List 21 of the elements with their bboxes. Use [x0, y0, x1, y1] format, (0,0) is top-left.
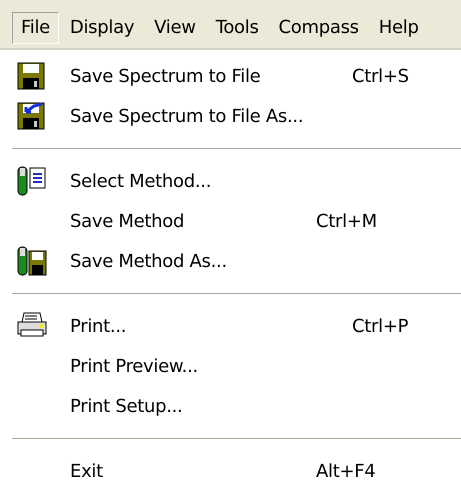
shortcut-label: Ctrl+M — [316, 210, 377, 234]
menu-item[interactable]: Save Method As... — [52, 248, 352, 274]
shortcut-label: Alt+F4 — [316, 460, 376, 484]
shortcut-label: Ctrl+S — [352, 64, 409, 88]
menu-item[interactable]: Save Method — [16, 208, 316, 234]
menu-item[interactable]: Exit — [16, 458, 316, 484]
menu-bar-item[interactable]: Help — [370, 12, 428, 44]
test-tube-floppy-disk-icon — [16, 245, 48, 277]
menu-item[interactable]: Print Preview... — [16, 352, 316, 380]
menu-item[interactable]: Print... — [52, 312, 352, 340]
menu-item[interactable]: Save Spectrum to File — [52, 62, 352, 90]
menu-bar-item[interactable]: Display — [60, 12, 144, 44]
menu-bar-item[interactable]: View — [145, 12, 205, 44]
menu-bar-item[interactable]: File — [12, 12, 59, 44]
menu-bar-item[interactable]: Tools — [206, 12, 268, 44]
menu-item[interactable]: Select Method... — [52, 168, 352, 194]
test-tube-document-icon — [16, 165, 48, 197]
menu-item[interactable]: Print Setup... — [16, 392, 316, 420]
menu-item[interactable]: Save Spectrum to File As... — [52, 102, 352, 130]
shortcut-label: Ctrl+P — [352, 314, 408, 338]
menu-bar-item[interactable]: Compass — [270, 12, 368, 44]
